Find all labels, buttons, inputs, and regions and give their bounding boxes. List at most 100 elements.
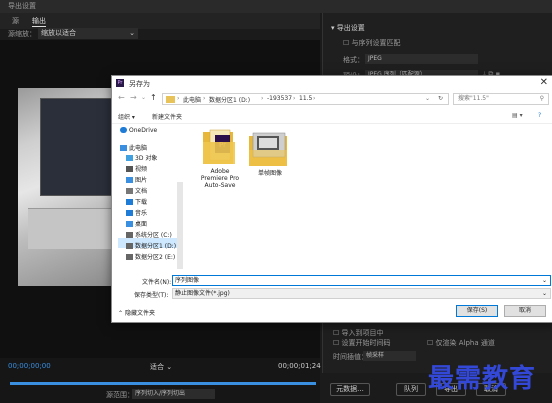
sidebar-item-downloads[interactable]: 下载 [126, 197, 147, 206]
source-range-select[interactable]: 序列切入/序列切出 [132, 389, 215, 399]
preview-screen-shape [40, 98, 116, 196]
metadata-button[interactable]: 元数据... [330, 383, 370, 396]
filename-label: 文件名(N): [142, 279, 172, 286]
sidebar-scrollbar[interactable] [177, 182, 183, 269]
music-icon [126, 210, 133, 216]
sidebar-item-label: 音乐 [135, 210, 148, 217]
filename-input[interactable]: 序列图像 ⌄ [172, 275, 551, 286]
source-scaling-label: 源缩放： [8, 30, 36, 38]
filename-value: 序列图像 [175, 277, 200, 284]
chevron-up-icon: ⌃ [118, 310, 124, 317]
sidebar-item-this-pc[interactable]: 此电脑 [120, 143, 147, 152]
back-arrow-icon[interactable]: ← [118, 93, 125, 102]
organize-menu[interactable]: 组织 ▾ [118, 112, 135, 121]
search-icon: ⚲ [539, 95, 544, 102]
render-alpha-checkbox[interactable]: ☐ 仅渲染 Alpha 通道 [427, 338, 495, 348]
savetype-select[interactable]: 静止图像文件(*.jpg) ⌄ [172, 288, 551, 299]
match-sequence-label: 与序列设置匹配 [351, 39, 401, 47]
address-dropdown-icon[interactable]: ⌄ [425, 95, 430, 102]
breadcrumb-current[interactable]: 11.5 [299, 95, 312, 102]
sidebar-item-music[interactable]: 音乐 [126, 208, 147, 217]
address-bar[interactable]: › 此电脑 › 数据分区1 (D:) › -193537 › 11.5 › ⌄ … [162, 93, 449, 105]
tab-output[interactable]: 输出 [32, 16, 46, 27]
sidebar-item-label: 文档 [135, 188, 148, 195]
sidebar-item-onedrive[interactable]: OneDrive [120, 127, 157, 134]
timecode-start[interactable]: 00;00;00;00 [8, 362, 51, 370]
format-select[interactable]: JPEG [365, 54, 478, 64]
new-folder-button[interactable]: 新建文件夹 [152, 112, 182, 121]
cancel-button[interactable]: 取消 [504, 305, 546, 317]
help-icon[interactable]: ? [538, 112, 541, 119]
fit-select[interactable]: 适合 ⌄ [150, 362, 172, 372]
preview-paper-shape [28, 208, 118, 249]
desktop-icon [126, 221, 133, 227]
sidebar-item-videos[interactable]: 视频 [126, 164, 147, 173]
drive-icon [126, 243, 133, 249]
search-placeholder: 搜索"11.5" [458, 95, 489, 102]
breadcrumb-drive-d[interactable]: 数据分区1 (D:) [209, 95, 250, 104]
breadcrumb-sep-icon: › [203, 95, 206, 102]
premiere-app-icon: Pr [116, 79, 124, 87]
sidebar-item-desktop[interactable]: 桌面 [126, 219, 147, 228]
drive-icon [126, 254, 133, 260]
breadcrumb-folder[interactable]: -193537 [267, 95, 292, 102]
time-interp-select[interactable]: 帧采样 [363, 351, 416, 361]
savetype-label: 保存类型(T): [134, 292, 169, 299]
sidebar-item-label: 3D 对象 [135, 155, 158, 162]
file-label-line: Premiere Pro [200, 175, 240, 182]
chevron-down-icon: ⌄ [541, 277, 547, 284]
image-folder-icon [249, 132, 287, 166]
start-timecode-label: 设置开始时间码 [341, 339, 391, 347]
import-project-checkbox[interactable]: ☐ 导入到项目中 [333, 328, 384, 338]
premiere-folder-icon: Pr [203, 129, 235, 164]
source-range-label: 源范围： [106, 391, 134, 399]
folder-label-autosave: Adobe Premiere Pro Auto-Save [190, 168, 250, 189]
sidebar-item-documents[interactable]: 文档 [126, 186, 147, 195]
breadcrumb-sep-icon: › [261, 95, 264, 102]
sidebar-item-drive-d[interactable]: 数据分区1 (D:) [126, 241, 176, 250]
start-timecode-checkbox[interactable]: ☐ 设置开始时间码 [333, 338, 391, 348]
sidebar-item-3d[interactable]: 3D 对象 [126, 153, 157, 162]
sidebar-item-label: 图片 [135, 177, 148, 184]
breadcrumb-sep-icon: › [313, 95, 316, 102]
up-arrow-icon[interactable]: ↑ [150, 93, 157, 102]
sidebar-item-drive-e[interactable]: 数据分区2 (E:) [126, 252, 175, 261]
export-tabs: 源 输出 [0, 13, 320, 29]
dialog-titlebar: Pr 另存为 ✕ [112, 76, 552, 90]
video-icon [126, 166, 133, 172]
close-icon[interactable]: ✕ [540, 77, 548, 88]
sidebar-item-label: 下载 [135, 199, 148, 206]
source-scaling-select[interactable]: 缩放以适合 ⌄ [38, 28, 138, 39]
timecode-end: 00;00;01;24 [278, 362, 321, 370]
breadcrumb-sep-icon: › [293, 95, 296, 102]
save-as-dialog: Pr 另存为 ✕ ← → ⌄ ↑ › 此电脑 › 数据分区1 (D:) › -1… [111, 75, 552, 323]
cloud-icon [120, 127, 127, 133]
sidebar-item-drive-c[interactable]: 系统分区 (C:) [126, 230, 172, 239]
source-scaling-value: 缩放以适合 [41, 29, 76, 37]
file-label-line: Adobe [210, 168, 230, 175]
queue-button[interactable]: 队列 [396, 383, 426, 396]
refresh-icon[interactable]: ↻ [438, 95, 443, 102]
dialog-toolbar: 组织 ▾ 新建文件夹 ▤ ▾ ? [112, 109, 552, 124]
view-options-icon[interactable]: ▤ ▾ [512, 112, 523, 119]
recent-chevron-icon[interactable]: ⌄ [141, 94, 146, 101]
forward-arrow-icon[interactable]: → [130, 93, 137, 102]
hide-folders-toggle[interactable]: ⌃ 隐藏文件夹 [118, 308, 155, 317]
tab-source[interactable]: 源 [12, 16, 19, 26]
breadcrumb-this-pc[interactable]: 此电脑 [183, 95, 201, 104]
savetype-row: 保存类型(T): 静止图像文件(*.jpg) ⌄ [112, 288, 552, 300]
chevron-down-icon: ⌄ [129, 29, 135, 37]
search-input[interactable]: 搜索"11.5" ⚲ [453, 93, 549, 105]
import-project-label: 导入到项目中 [341, 329, 384, 337]
document-icon [126, 188, 133, 194]
match-sequence-checkbox[interactable]: ☐ 与序列设置匹配 [343, 38, 401, 48]
format-label: 格式： [343, 56, 364, 64]
computer-icon [120, 145, 127, 151]
folder-item-single-frame[interactable] [249, 132, 289, 170]
timeline-track[interactable] [10, 382, 316, 385]
save-button[interactable]: 保存(S) [456, 305, 498, 317]
sidebar-item-label: OneDrive [129, 127, 158, 134]
sidebar-item-label: 系统分区 (C:) [135, 232, 172, 239]
sidebar-item-pictures[interactable]: 图片 [126, 175, 147, 184]
folder-item-autosave[interactable]: Pr [202, 128, 238, 166]
